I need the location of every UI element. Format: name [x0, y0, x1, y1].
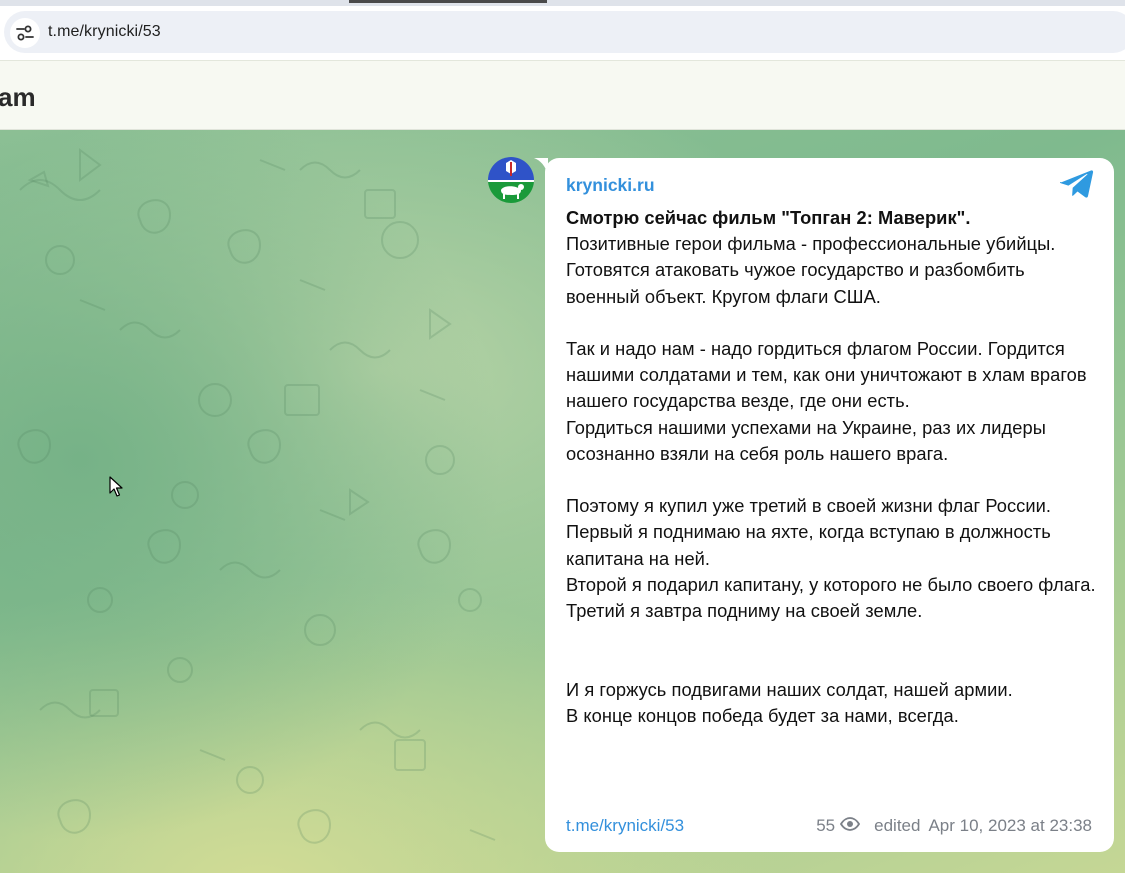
- channel-name-link[interactable]: krynicki.ru: [566, 175, 655, 196]
- url-field[interactable]: t.me/krynicki/53: [4, 11, 1125, 53]
- message-footer: t.me/krynicki/53 55 edited Apr 10, 2023 …: [566, 816, 1092, 838]
- post-date: Apr 10, 2023 at 23:38: [928, 816, 1092, 835]
- browser-address-bar: t.me/krynicki/53: [0, 6, 1125, 60]
- mouse-cursor-icon: [109, 476, 123, 497]
- telegram-header-title: am: [0, 82, 36, 112]
- message-body: Позитивные герои фильма - профессиональн…: [566, 233, 1096, 726]
- post-permalink[interactable]: t.me/krynicki/53: [566, 816, 684, 836]
- tune-icon[interactable]: [10, 18, 40, 48]
- view-count: 55: [816, 816, 836, 835]
- message-meta: 55 edited Apr 10, 2023 at 23:38: [816, 816, 1092, 836]
- url-text[interactable]: t.me/krynicki/53: [48, 23, 161, 41]
- channel-avatar[interactable]: [488, 157, 534, 203]
- message-lead-sentence: Смотрю сейчас фильм "Топган 2: Маверик".: [566, 207, 971, 228]
- edited-label: edited: [874, 816, 921, 835]
- eye-icon: [840, 816, 861, 836]
- telegram-logo-icon[interactable]: [1060, 169, 1094, 199]
- active-tab-indicator[interactable]: [349, 0, 547, 3]
- message-bubble: krynicki.ru Смотрю сейчас фильм "Топган …: [545, 158, 1114, 852]
- telegram-header: am: [0, 60, 1125, 130]
- message-text: Смотрю сейчас фильм "Топган 2: Маверик".…: [566, 205, 1096, 729]
